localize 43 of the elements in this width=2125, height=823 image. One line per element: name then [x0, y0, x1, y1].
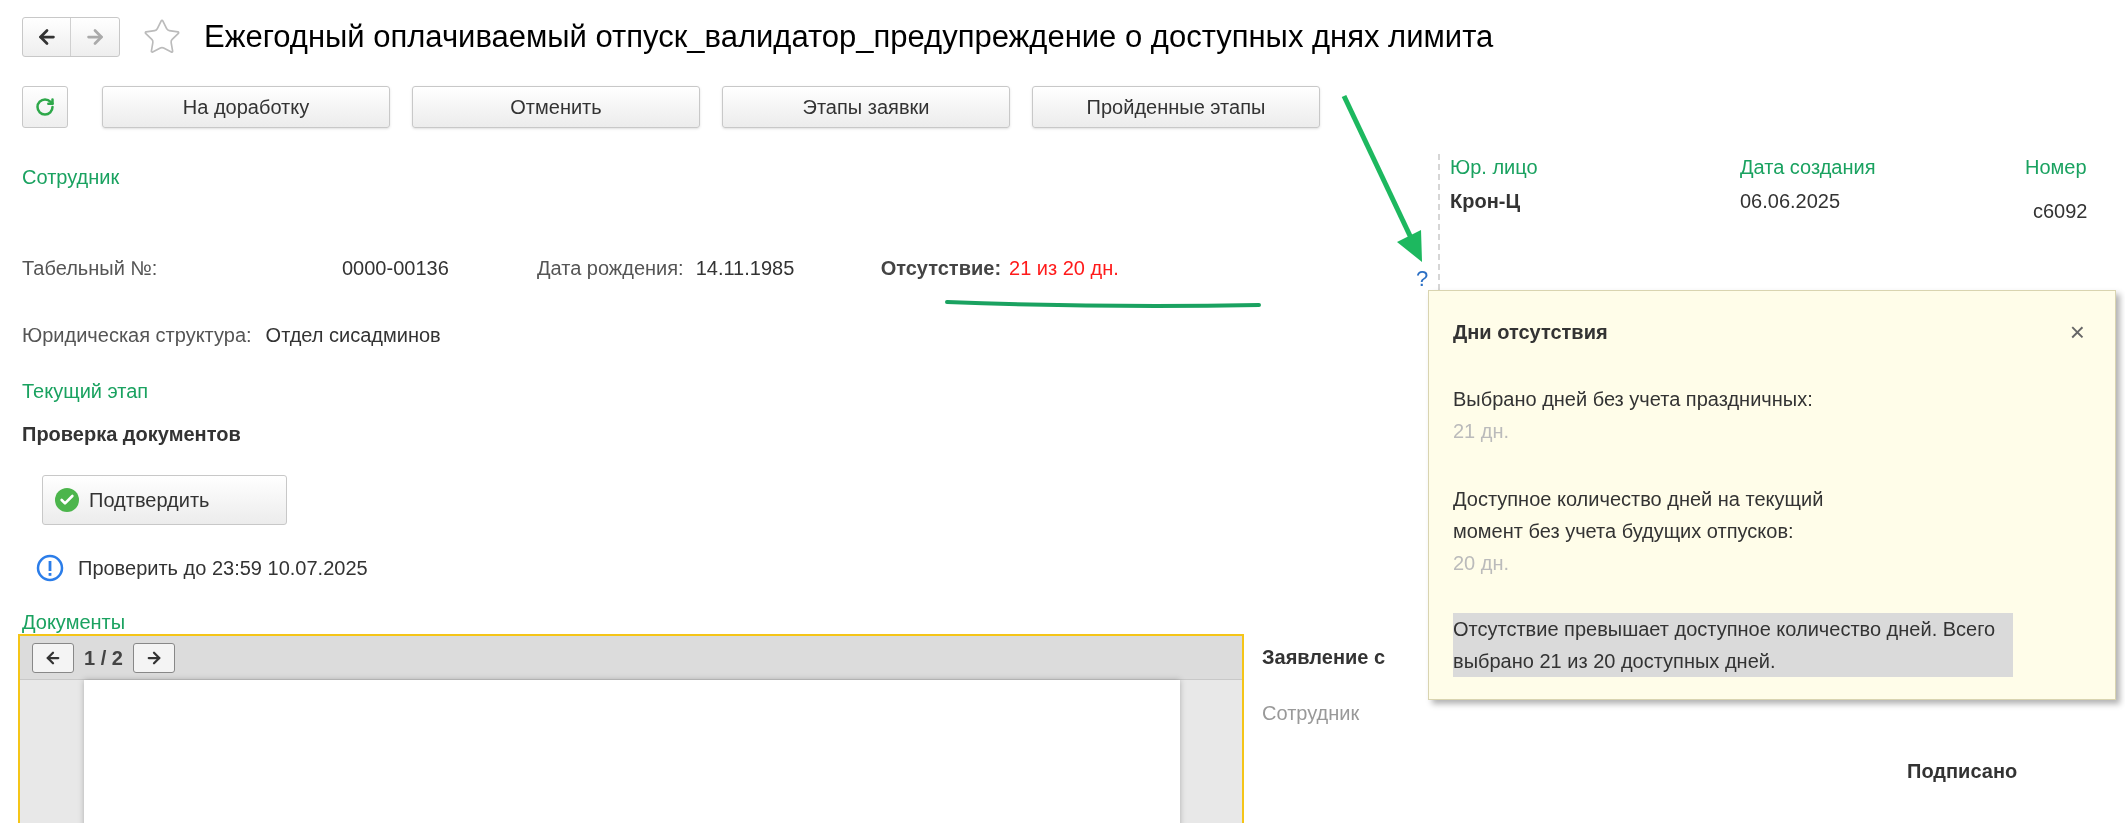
confirm-button[interactable]: Подтвердить: [42, 475, 287, 525]
page-counter: 1 / 2: [84, 645, 123, 671]
window-title: Ежегодный оплачиваемый отпуск_валидатор_предупреждение о доступных днях лимита: [204, 17, 1494, 56]
absence-value: 21 из 20 дн.: [1009, 256, 1119, 281]
column-label: Дата создания: [1740, 155, 1877, 180]
document-title: Заявление с: [1262, 645, 1386, 670]
column-label: Номер: [2025, 155, 2088, 180]
field-value: 14.11.1985: [695, 256, 796, 281]
field-value: 0000-00136: [342, 256, 450, 281]
popup-value: 21 дн.: [1453, 419, 1511, 444]
popup-title: Дни отсутствия: [1453, 320, 1608, 345]
field-label: Юридическая структура:: [22, 323, 252, 348]
column-value: 06.06.2025: [1740, 189, 1842, 214]
popup-label: Выбрано дней без учета праздничных:: [1453, 387, 1814, 412]
next-page-button[interactable]: [132, 642, 175, 673]
field-label: Дата рождения:: [537, 256, 684, 281]
field-value: Отдел сисадминов: [265, 323, 441, 348]
field-label: Табельный №:: [22, 256, 159, 281]
toolbar-button[interactable]: Пройденные этапы: [1032, 86, 1320, 128]
info-icon: [36, 554, 64, 582]
column-value: c6092: [2033, 199, 2089, 224]
toolbar-button[interactable]: Отменить: [412, 86, 700, 128]
forward-arrow-icon: [84, 26, 106, 48]
column-label: Юр. лицо: [1450, 155, 1539, 180]
section-label: Сотрудник: [22, 165, 120, 188]
refresh-icon: [35, 97, 55, 117]
section-label: Документы: [22, 610, 126, 634]
stage-name: Проверка документов: [22, 422, 241, 447]
column-value: Крон-Ц: [1450, 189, 1521, 214]
popup-label: Доступное количество дней на текущий момент без учета будущих отпусков:: [1453, 487, 1825, 544]
toolbar-button[interactable]: Этапы заявки: [722, 86, 1010, 128]
warning-text: Отсутствие превышает доступное количество дней. Всего выбрано 21 из 20 доступных дней.: [1453, 613, 2013, 677]
previous-page-button[interactable]: [32, 642, 74, 673]
signed-status: Подписано: [1907, 759, 2018, 784]
close-button[interactable]: ×: [2069, 319, 2085, 345]
section-label: Текущий этап: [22, 379, 149, 404]
toolbar-button[interactable]: На доработку: [102, 86, 390, 128]
deadline-text: Проверить до 23:59 10.07.2025: [78, 556, 368, 581]
popup-value: 20 дн.: [1453, 551, 1511, 576]
absence-label: Отсутствие:: [880, 256, 1002, 281]
refresh-button[interactable]: [22, 86, 68, 128]
field-label: Сотрудник: [1262, 701, 1360, 726]
help-link[interactable]: ?: [1416, 262, 1429, 295]
